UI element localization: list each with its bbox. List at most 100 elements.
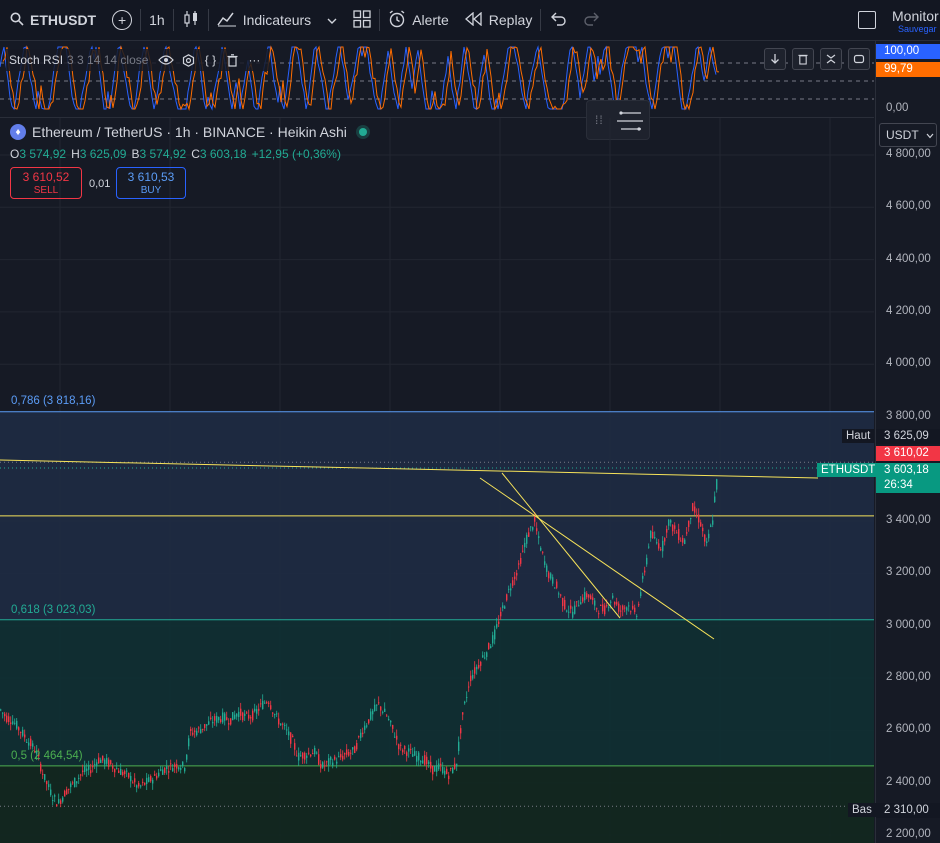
candle-body: [76, 781, 78, 784]
indicators-dropdown[interactable]: [319, 0, 345, 40]
candle-body: [152, 779, 154, 784]
price-chart[interactable]: [0, 118, 874, 843]
candle-body: [670, 520, 672, 523]
redo-button[interactable]: [575, 0, 609, 40]
undo-button[interactable]: [541, 0, 575, 40]
price-axis[interactable]: 100,00 99,79 0,00 4 800,00 4 600,00 4 400,…: [875, 41, 940, 843]
candle-body: [542, 551, 544, 553]
candle-body: [344, 753, 346, 755]
candle-body: [320, 763, 322, 769]
more-icon[interactable]: ···: [244, 51, 264, 69]
indicator-name: Stoch RSI: [9, 53, 64, 67]
indicators-button[interactable]: Indicateurs: [209, 0, 319, 40]
candle-body: [698, 514, 700, 523]
candle-body: [682, 538, 684, 543]
eye-icon[interactable]: [156, 51, 176, 69]
candle-body: [166, 766, 168, 770]
candle-body: [124, 771, 126, 775]
symbol-search[interactable]: ETHUSDT: [0, 0, 104, 40]
monitor-toggle[interactable]: Monitor Sauvegar: [858, 8, 939, 34]
candle-body: [586, 593, 588, 598]
ethereum-logo-icon: ♦: [10, 124, 26, 140]
candle-body: [242, 712, 244, 721]
move-pane-down-icon[interactable]: [764, 48, 786, 70]
candle-body: [436, 765, 438, 772]
grid-icon: [353, 9, 371, 31]
candle-body: [296, 755, 298, 757]
candle-body: [686, 532, 688, 534]
compare-button[interactable]: +: [104, 0, 140, 40]
sell-button[interactable]: 3 610,52 SELL: [10, 167, 82, 199]
candle-body: [228, 723, 230, 725]
candle-body: [490, 646, 492, 649]
candle-body: [148, 777, 150, 782]
candle-body: [360, 732, 362, 738]
candle-body: [702, 527, 704, 532]
candle-body: [18, 727, 20, 731]
candle-body: [620, 610, 622, 612]
maximize-pane-icon[interactable]: [848, 48, 870, 70]
interval-button[interactable]: 1h: [141, 0, 173, 40]
high-tag: 3 625,09: [876, 429, 940, 444]
candle-body: [192, 732, 194, 735]
alert-button[interactable]: Alerte: [380, 0, 457, 40]
stoch-zero-tick: 0,00: [886, 102, 909, 114]
candle-body: [426, 756, 428, 764]
candle-body: [42, 773, 44, 775]
buy-button[interactable]: 3 610,53 BUY: [116, 167, 186, 199]
currency-select[interactable]: USDT: [879, 123, 937, 147]
candle-body: [318, 754, 320, 765]
candle-body: [442, 767, 444, 774]
candle-body: [708, 533, 710, 539]
candle-body: [348, 751, 350, 756]
candle-body: [82, 770, 84, 773]
candle-body: [122, 771, 124, 775]
candle-body: [112, 765, 114, 769]
candle-body: [188, 738, 190, 747]
candle-body: [412, 754, 414, 757]
price-tick: 4 800,00: [886, 148, 931, 160]
indicators-icon: [217, 11, 237, 30]
candle-body: [692, 503, 694, 511]
replay-button[interactable]: Replay: [457, 0, 541, 40]
candle-body: [428, 761, 430, 765]
candle-body: [462, 712, 464, 715]
candle-body: [178, 767, 180, 770]
chart-type-button[interactable]: [174, 0, 208, 40]
source-code-icon[interactable]: { }: [200, 51, 220, 69]
candle-body: [144, 782, 146, 785]
candle-body: [516, 572, 518, 576]
candle-body: [654, 537, 656, 539]
layout-button[interactable]: [345, 0, 379, 40]
trash-icon[interactable]: [222, 51, 242, 69]
candle-body: [260, 703, 262, 705]
collapse-pane-icon[interactable]: [820, 48, 842, 70]
search-icon: [10, 12, 24, 29]
fib-zone-618: [0, 619, 874, 766]
candle-body: [80, 774, 82, 776]
candle-body: [154, 774, 156, 776]
candle-body: [272, 712, 274, 714]
candle-body: [366, 725, 368, 727]
candle-body: [84, 766, 86, 773]
candle-body: [552, 577, 554, 584]
candle-body: [496, 624, 498, 628]
chart-legend: ♦ Ethereum / TetherUS · 1h · BINANCE · H…: [10, 124, 367, 140]
settings-icon[interactable]: [178, 51, 198, 69]
candle-body: [472, 674, 474, 679]
candle-body: [392, 724, 394, 729]
candle-body: [302, 752, 304, 759]
price-tick: 2 600,00: [886, 723, 931, 736]
candle-body: [624, 607, 626, 609]
candle-body: [540, 547, 542, 551]
candle-body: [584, 592, 586, 601]
candle-body: [278, 718, 280, 725]
candle-body: [372, 710, 374, 715]
candle-body: [140, 785, 142, 787]
chevron-down-icon: [926, 133, 934, 139]
candle-body: [86, 768, 88, 771]
delete-pane-icon[interactable]: [792, 48, 814, 70]
candle-body: [532, 527, 534, 530]
candle-body: [614, 602, 616, 605]
candle-body: [522, 550, 524, 552]
